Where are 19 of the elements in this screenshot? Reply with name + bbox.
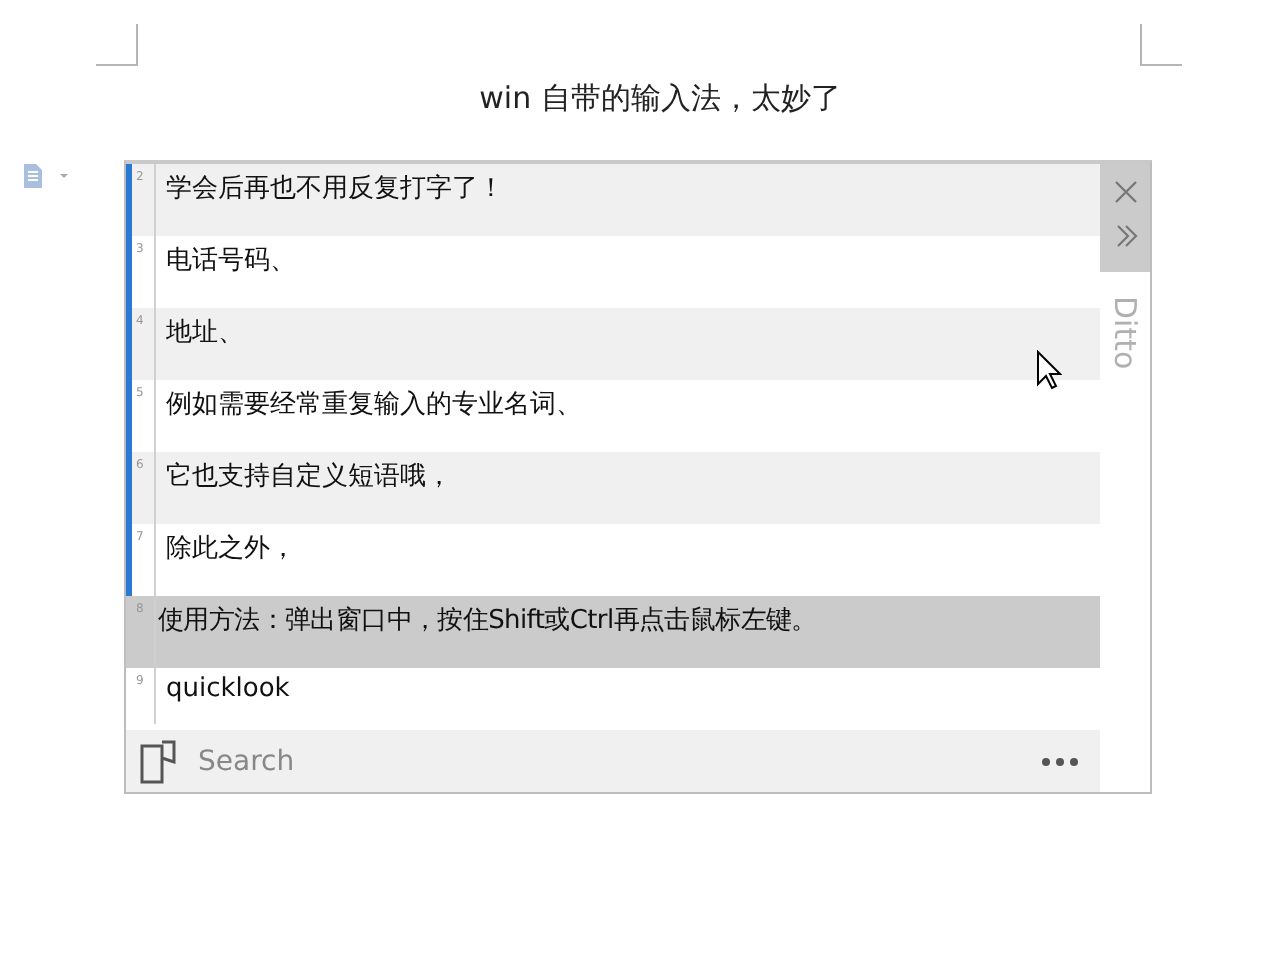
clip-text: 它也支持自定义短语哦， — [164, 460, 452, 494]
document-title: win 自带的输入法，太妙了 — [477, 80, 843, 118]
margin-corner-mark — [96, 24, 138, 66]
clip-text: 学会后再也不用反复打字了！ — [164, 172, 504, 206]
clip-text: 除此之外， — [164, 532, 296, 566]
clip-text: 电话号码、 — [164, 244, 296, 278]
margin-corner-mark — [1140, 24, 1182, 66]
document-icon[interactable] — [22, 164, 70, 188]
app-name: Ditto — [1107, 296, 1143, 370]
close-icon[interactable] — [1113, 180, 1137, 204]
mouse-pointer-icon — [1036, 350, 1062, 390]
more-icon[interactable] — [1040, 756, 1080, 768]
search-field[interactable]: Search — [126, 730, 1100, 792]
note-icon[interactable] — [140, 740, 176, 784]
clip-text: 使用方法：弹出窗口中，按住Shift或Ctrl再点击鼠标左键。 — [156, 604, 817, 638]
clip-text: 地址、 — [164, 316, 244, 350]
double-chevron-icon[interactable] — [1113, 224, 1137, 248]
clip-text: quicklook — [164, 672, 290, 704]
clip-text: 例如需要经常重复输入的专业名词、 — [164, 388, 582, 422]
